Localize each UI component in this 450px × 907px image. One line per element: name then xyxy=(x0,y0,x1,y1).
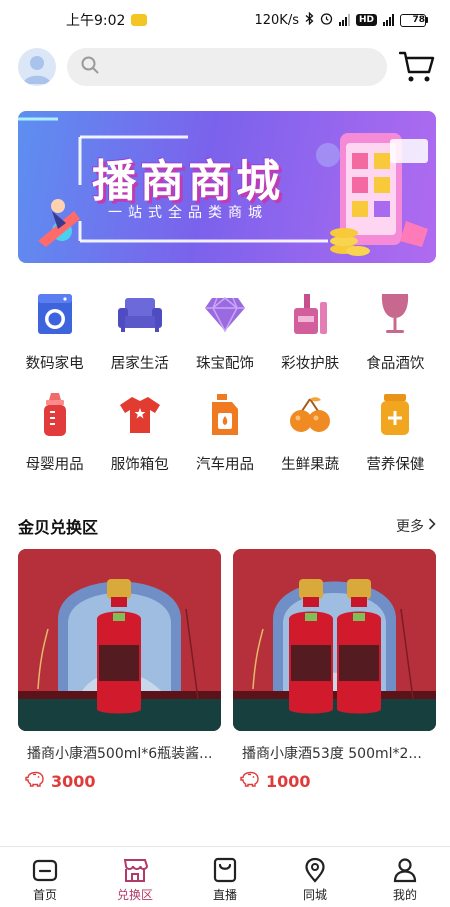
category-digital-appliances[interactable]: 数码家电 xyxy=(12,290,97,373)
nav-label: 直播 xyxy=(212,888,237,902)
supplement-jar-icon xyxy=(371,391,419,439)
piggy-bank-icon xyxy=(240,771,260,791)
section-title: 金贝兑换区 xyxy=(18,518,99,537)
category-label: 珠宝配饰 xyxy=(195,356,254,372)
live-bag-icon xyxy=(213,857,237,883)
product-image xyxy=(233,549,436,731)
chevron-right-icon xyxy=(428,518,436,534)
category-cosmetics[interactable]: 彩妆护肤 xyxy=(268,290,353,373)
banner-subtitle: 一站式全品类商城 xyxy=(108,205,268,221)
category-food-drinks[interactable]: 食品酒饮 xyxy=(353,290,438,373)
status-time: 上午9:02 xyxy=(66,13,126,29)
search-input[interactable] xyxy=(107,59,367,75)
nav-label: 首页 xyxy=(32,888,57,902)
home-icon xyxy=(32,859,58,882)
product-card[interactable]: 播商小康酒500ml*6瓶装酱... 3000 xyxy=(18,549,221,791)
category-label: 母婴用品 xyxy=(25,457,84,473)
nav-local[interactable]: 同城 xyxy=(270,847,360,907)
category-grid: 数码家电 居家生活 珠宝配饰 彩妆护肤 食品酒饮 母婴用品 服饰箱包 汽车用品 … xyxy=(12,290,438,474)
cosmetics-icon xyxy=(286,290,334,338)
nav-exchange[interactable]: 兑换区 xyxy=(90,847,180,907)
more-label: 更多 xyxy=(396,519,424,535)
shopping-cart-icon xyxy=(398,51,435,82)
signal-3g-icon xyxy=(338,14,350,26)
category-auto-supplies[interactable]: 汽车用品 xyxy=(182,391,267,474)
category-nutrition-health[interactable]: 营养保健 xyxy=(353,391,438,474)
cart-button[interactable] xyxy=(398,50,435,84)
category-home-living[interactable]: 居家生活 xyxy=(97,290,182,373)
nav-live[interactable]: 直播 xyxy=(180,847,270,907)
battery-icon: 78 xyxy=(400,13,428,27)
category-label: 服饰箱包 xyxy=(110,457,169,473)
price-value: 3000 xyxy=(51,771,96,791)
category-label: 数码家电 xyxy=(25,356,84,372)
category-fresh-produce[interactable]: 生鲜果蔬 xyxy=(268,391,353,474)
bottom-nav: 首页 兑换区 直播 同城 我的 xyxy=(0,846,450,907)
battery-level: 78 xyxy=(412,15,425,25)
product-price: 1000 xyxy=(233,771,436,791)
profile-icon xyxy=(393,858,417,883)
notification-badge-icon xyxy=(131,14,148,26)
header xyxy=(0,44,450,90)
bluetooth-icon xyxy=(305,11,314,29)
nav-home[interactable]: 首页 xyxy=(0,847,90,907)
diamond-icon xyxy=(201,290,249,338)
user-avatar-icon xyxy=(23,56,51,84)
piggy-bank-icon xyxy=(25,771,45,791)
category-apparel-bags[interactable]: 服饰箱包 xyxy=(97,391,182,474)
nav-profile[interactable]: 我的 xyxy=(360,847,450,907)
category-jewelry[interactable]: 珠宝配饰 xyxy=(182,290,267,373)
product-image xyxy=(18,549,221,731)
category-label: 彩妆护肤 xyxy=(281,356,340,372)
store-icon xyxy=(123,859,148,882)
category-mother-baby[interactable]: 母婴用品 xyxy=(12,391,97,474)
category-label: 食品酒饮 xyxy=(366,356,425,372)
product-title: 播商小康酒500ml*6瓶装酱... xyxy=(27,746,213,762)
category-label: 汽车用品 xyxy=(195,457,254,473)
network-speed: 120K/s xyxy=(254,12,299,28)
search-icon xyxy=(81,56,99,78)
category-label: 营养保健 xyxy=(366,457,425,473)
nav-label: 同城 xyxy=(302,888,327,902)
promo-banner[interactable]: 播商商城 一站式全品类商城 xyxy=(18,111,436,263)
product-list: 播商小康酒500ml*6瓶装酱... 3000 播商小康酒53度 500ml*2… xyxy=(18,549,436,791)
wine-glass-icon xyxy=(371,290,419,338)
nav-label: 兑换区 xyxy=(116,888,153,902)
sofa-icon xyxy=(116,290,164,338)
category-label: 生鲜果蔬 xyxy=(281,457,340,473)
nav-label: 我的 xyxy=(392,888,417,902)
section-header: 金贝兑换区 更多 xyxy=(18,514,436,538)
hd-icon: HD xyxy=(355,14,377,26)
product-card[interactable]: 播商小康酒53度 500ml*2... 1000 xyxy=(233,549,436,791)
more-link[interactable]: 更多 xyxy=(396,516,436,536)
baby-bottle-icon xyxy=(31,391,79,439)
product-price: 3000 xyxy=(18,771,221,791)
fruit-icon xyxy=(286,391,334,439)
tshirt-icon xyxy=(116,391,164,439)
search-bar[interactable] xyxy=(67,48,387,86)
alarm-icon xyxy=(320,12,333,29)
status-bar: 上午9:02 120K/s HD 78 xyxy=(0,0,450,40)
avatar[interactable] xyxy=(18,48,56,86)
washing-machine-icon xyxy=(31,290,79,338)
signal-4g-icon xyxy=(383,14,394,26)
location-pin-icon xyxy=(305,857,325,883)
banner-title: 播商商城 xyxy=(92,157,284,206)
category-label: 居家生活 xyxy=(110,356,169,372)
product-title: 播商小康酒53度 500ml*2... xyxy=(242,746,422,762)
price-value: 1000 xyxy=(266,771,311,791)
oil-can-icon xyxy=(201,391,249,439)
